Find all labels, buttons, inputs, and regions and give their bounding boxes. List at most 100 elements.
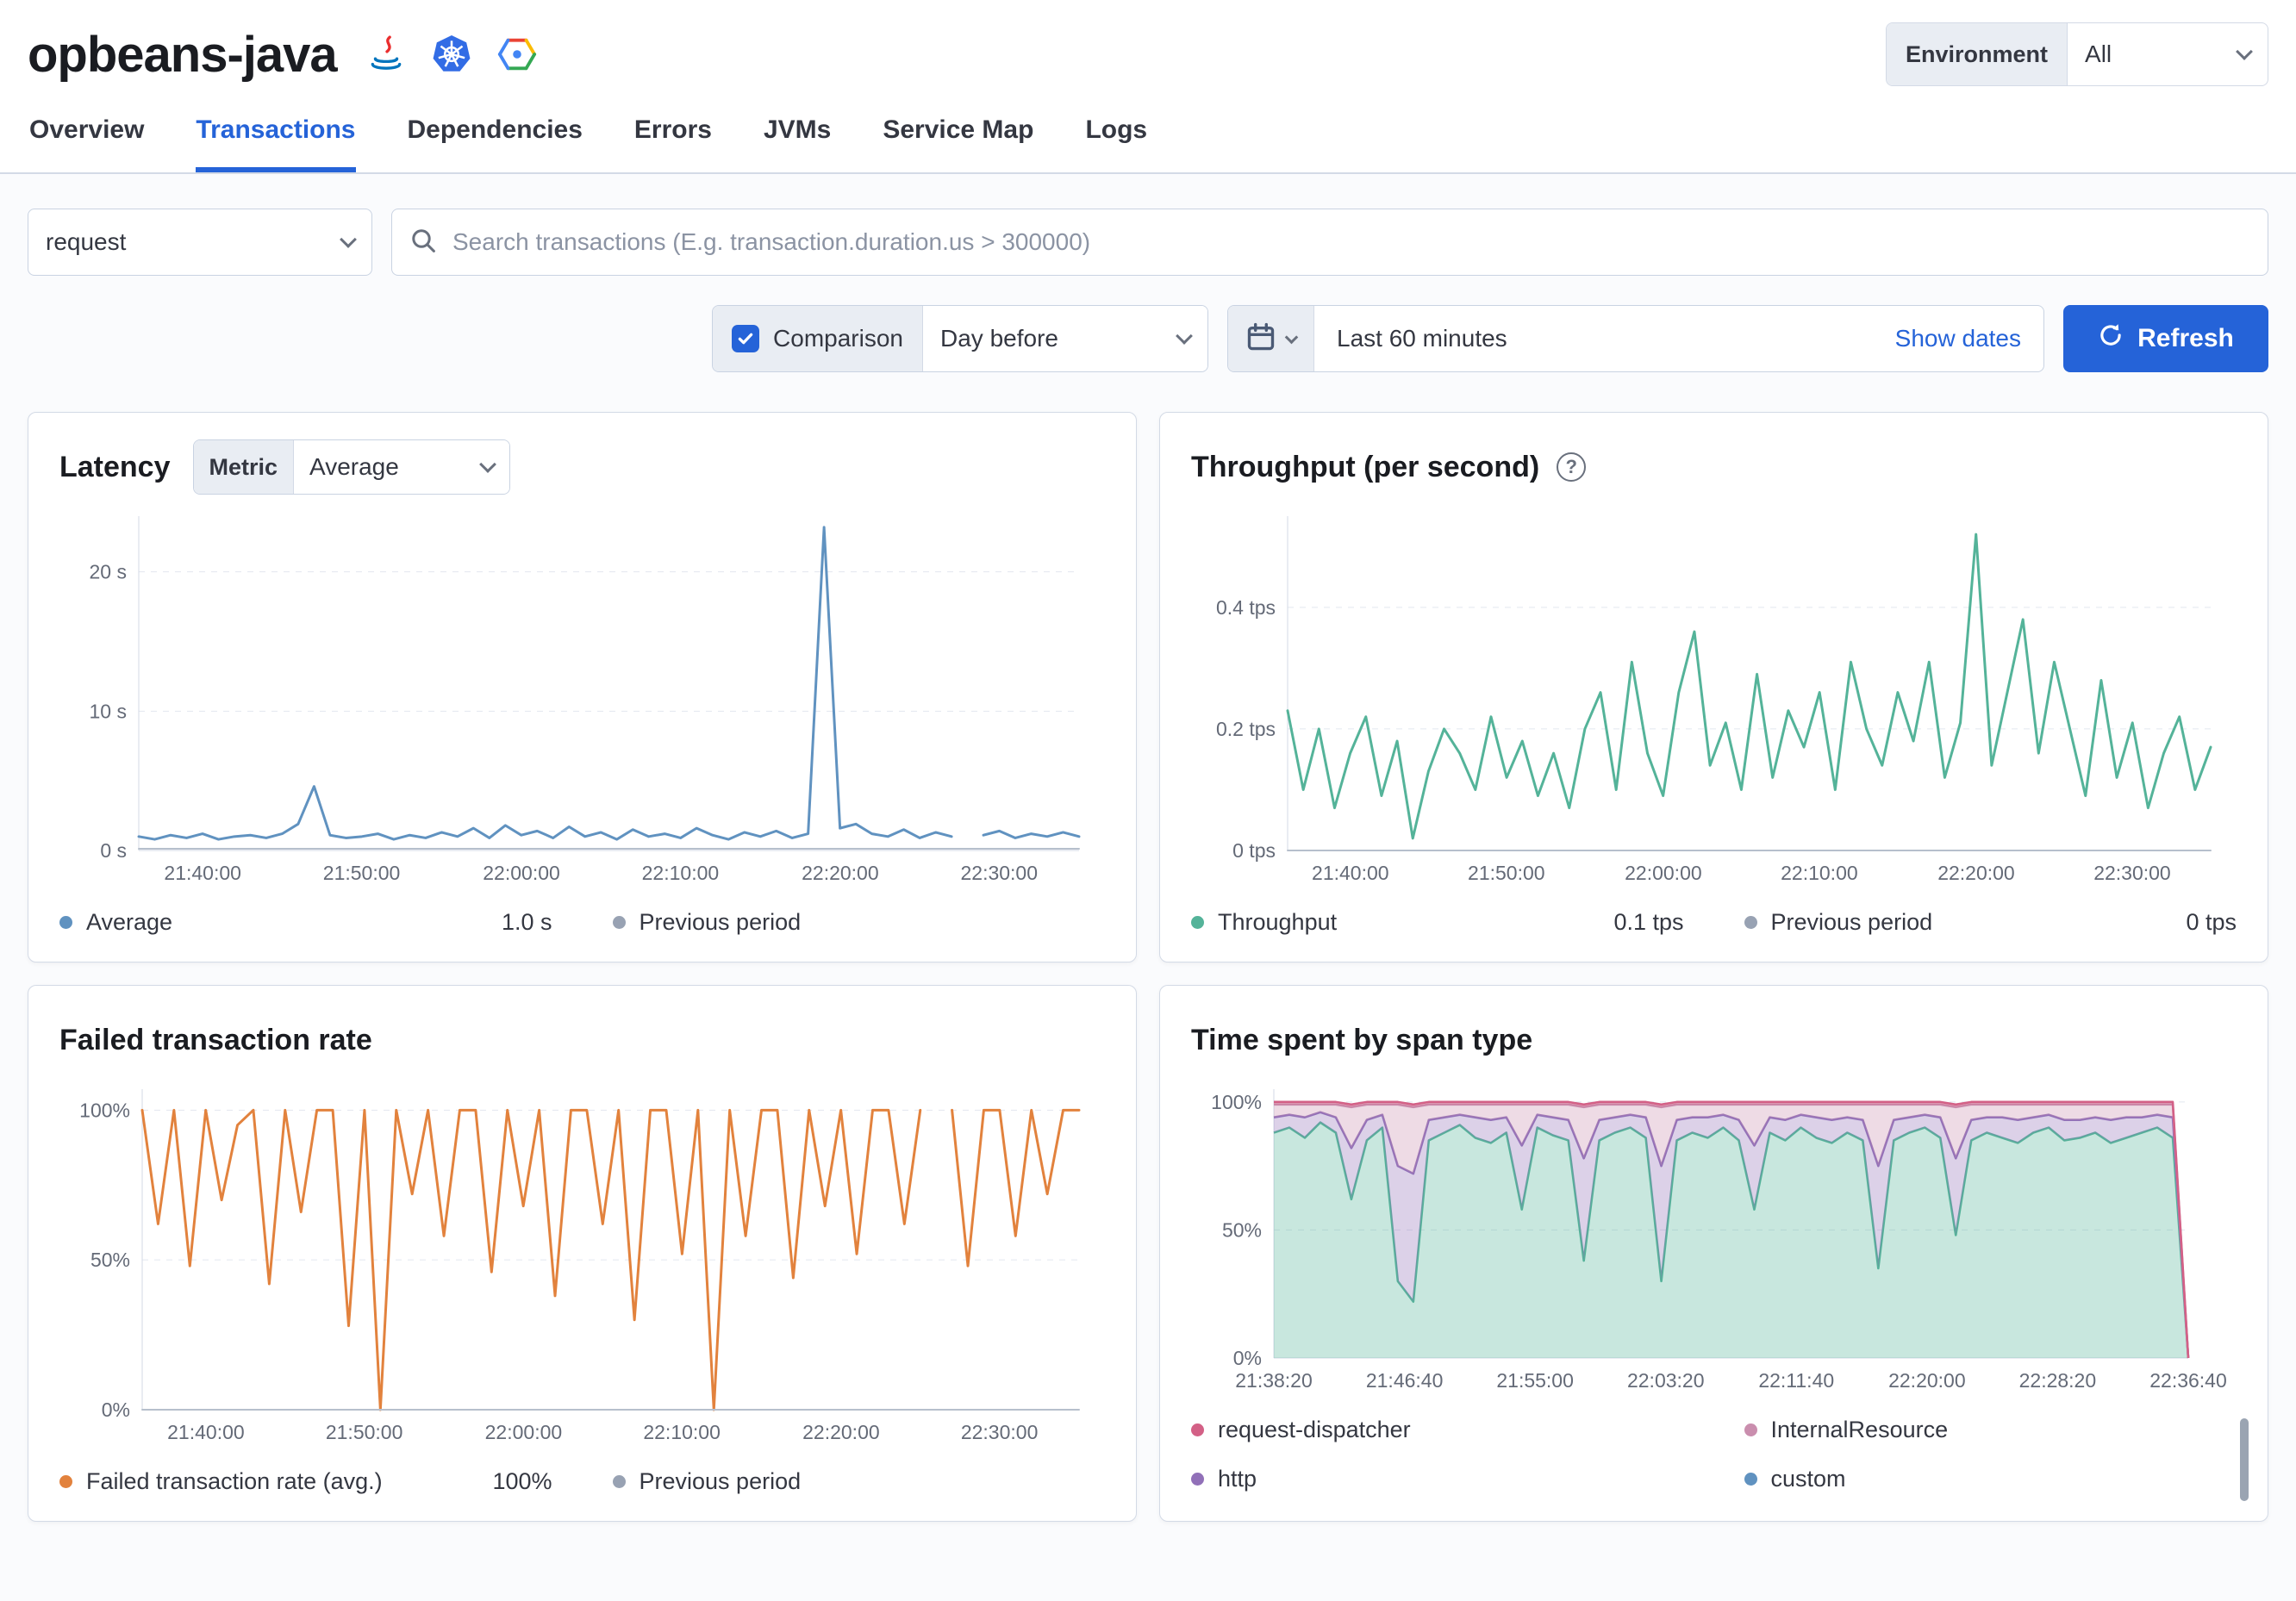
legend-item[interactable]: Previous period [612, 909, 1106, 936]
svg-text:21:50:00: 21:50:00 [1468, 862, 1545, 884]
throughput-chart[interactable]: 0 tps 0.2 tps 0.4 tps 21:40:00 21:50:00 22:00… [1191, 502, 2237, 887]
legend-dot [1744, 1473, 1757, 1486]
svg-text:0%: 0% [102, 1399, 130, 1421]
legend-label: Failed transaction rate (avg.) [86, 1468, 383, 1494]
throughput-panel: Throughput (per second) ? 0 tps 0.2 tps 0.… [1159, 412, 2268, 962]
chevron-down-icon [340, 231, 357, 248]
svg-text:22:28:20: 22:28:20 [2019, 1369, 2097, 1392]
legend-value: 100% [492, 1468, 552, 1494]
failed-rate-title: Failed transaction rate [59, 1023, 372, 1056]
tab-jvms[interactable]: JVMs [764, 115, 831, 172]
comparison-checkbox[interactable] [732, 325, 760, 352]
chevron-down-icon [1176, 327, 1193, 345]
environment-select[interactable]: Environment All [1886, 22, 2268, 86]
legend-label: Previous period [639, 1468, 802, 1494]
search-input[interactable] [451, 227, 2250, 257]
refresh-label: Refresh [2137, 324, 2234, 352]
svg-text:100%: 100% [1211, 1091, 1262, 1113]
legend-scrollbar[interactable] [2240, 1418, 2249, 1501]
show-dates-link[interactable]: Show dates [1895, 325, 2021, 352]
environment-label: Environment [1887, 23, 2068, 85]
svg-text:21:55:00: 21:55:00 [1496, 1369, 1574, 1392]
legend-label: InternalResource [1770, 1417, 1949, 1442]
svg-text:22:20:00: 22:20:00 [802, 862, 879, 884]
google-cloud-icon [497, 34, 537, 74]
svg-text:22:11:40: 22:11:40 [1758, 1369, 1834, 1392]
latency-metric-select[interactable]: Metric Average [192, 439, 511, 495]
legend-label: http [1218, 1466, 1257, 1492]
failed-rate-chart[interactable]: 0% 50% 100% 21:40:00 21:50:00 22:00:00 22:10:0… [59, 1075, 1105, 1446]
refresh-icon [2098, 322, 2124, 355]
svg-text:22:30:00: 22:30:00 [960, 862, 1038, 884]
legend-label: Throughput [1218, 909, 1338, 935]
svg-text:21:40:00: 21:40:00 [167, 1421, 245, 1443]
legend-item[interactable]: custom [1744, 1466, 2237, 1492]
svg-text:22:00:00: 22:00:00 [485, 1421, 563, 1443]
svg-text:21:50:00: 21:50:00 [323, 862, 401, 884]
svg-text:21:38:20: 21:38:20 [1235, 1369, 1313, 1392]
legend-item[interactable]: http [1191, 1466, 1684, 1492]
svg-text:100%: 100% [79, 1099, 130, 1121]
latency-chart[interactable]: 0 s 10 s 20 s 21:40:00 21:50:00 22:00:00 22:10… [59, 502, 1105, 887]
environment-value: All [2085, 40, 2112, 67]
tab-service-map[interactable]: Service Map [883, 115, 1033, 172]
span-type-chart[interactable]: 0% 50% 100% 21:38:20 21:46:40 21:55:00 22:03:2… [1191, 1075, 2237, 1394]
chevron-down-icon [479, 456, 496, 473]
tab-logs[interactable]: Logs [1085, 115, 1147, 172]
legend-value: 1.0 s [501, 909, 552, 935]
date-picker-group: Last 60 minutes Show dates [1227, 305, 2044, 372]
legend-label: Previous period [639, 909, 802, 935]
svg-text:22:20:00: 22:20:00 [1937, 862, 2015, 884]
legend-item[interactable]: InternalResource [1744, 1417, 2237, 1443]
legend-label: custom [1770, 1466, 1846, 1492]
legend-item[interactable]: Average 1.0 s [59, 909, 552, 936]
svg-text:21:40:00: 21:40:00 [1312, 862, 1389, 884]
java-icon [366, 34, 406, 74]
help-icon[interactable]: ? [1557, 452, 1587, 482]
span-type-panel: Time spent by span type 0% 50% 100% 21:38:2… [1159, 985, 2268, 1522]
tab-errors[interactable]: Errors [634, 115, 712, 172]
legend-dot [1744, 916, 1757, 929]
svg-text:22:00:00: 22:00:00 [483, 862, 560, 884]
svg-text:21:40:00: 21:40:00 [164, 862, 241, 884]
time-range-value[interactable]: Last 60 minutes [1337, 325, 1507, 352]
svg-text:22:10:00: 22:10:00 [643, 1421, 721, 1443]
failed-rate-legend: Failed transaction rate (avg.) 100% Prev… [59, 1468, 1105, 1495]
svg-text:50%: 50% [90, 1249, 130, 1271]
comparison-option-select[interactable]: Day before [923, 306, 1207, 371]
legend-dot [59, 916, 72, 929]
legend-item[interactable]: Throughput 0.1 tps [1191, 909, 1684, 936]
comparison-checkbox-group[interactable]: Comparison [713, 306, 923, 371]
comparison-option-value: Day before [940, 325, 1058, 352]
transaction-type-select[interactable]: request [28, 209, 372, 276]
metric-value: Average [309, 453, 399, 480]
span-type-title: Time spent by span type [1191, 1023, 1533, 1056]
throughput-legend: Throughput 0.1 tps Previous period 0 tps [1191, 909, 2237, 936]
metric-label: Metric [193, 440, 295, 494]
latency-legend: Average 1.0 s Previous period [59, 909, 1105, 936]
svg-text:22:30:00: 22:30:00 [2093, 862, 2171, 884]
legend-item[interactable]: Previous period [612, 1468, 1106, 1495]
svg-text:22:00:00: 22:00:00 [1625, 862, 1702, 884]
svg-text:22:20:00: 22:20:00 [802, 1421, 880, 1443]
latency-panel: Latency Metric Average 0 s 10 s 20 s 21:40:… [28, 412, 1137, 962]
svg-text:22:03:20: 22:03:20 [1627, 1369, 1705, 1392]
svg-text:22:10:00: 22:10:00 [1781, 862, 1858, 884]
legend-label: Average [86, 909, 173, 935]
tab-transactions[interactable]: Transactions [196, 115, 356, 172]
svg-text:21:46:40: 21:46:40 [1366, 1369, 1444, 1392]
tab-overview[interactable]: Overview [29, 115, 144, 172]
svg-text:0.4 tps: 0.4 tps [1216, 596, 1276, 619]
tab-bar: Overview Transactions Dependencies Error… [28, 115, 2268, 172]
comparison-group: Comparison Day before [712, 305, 1208, 372]
legend-item[interactable]: request-dispatcher [1191, 1417, 1684, 1443]
refresh-button[interactable]: Refresh [2063, 305, 2268, 372]
transaction-search[interactable] [391, 209, 2268, 276]
svg-text:0%: 0% [1233, 1347, 1262, 1369]
tab-dependencies[interactable]: Dependencies [408, 115, 583, 172]
legend-item[interactable]: Failed transaction rate (avg.) 100% [59, 1468, 552, 1495]
calendar-menu-button[interactable] [1228, 306, 1314, 371]
legend-item[interactable]: Previous period 0 tps [1744, 909, 2237, 936]
svg-text:22:30:00: 22:30:00 [961, 1421, 1039, 1443]
calendar-icon [1245, 321, 1276, 357]
